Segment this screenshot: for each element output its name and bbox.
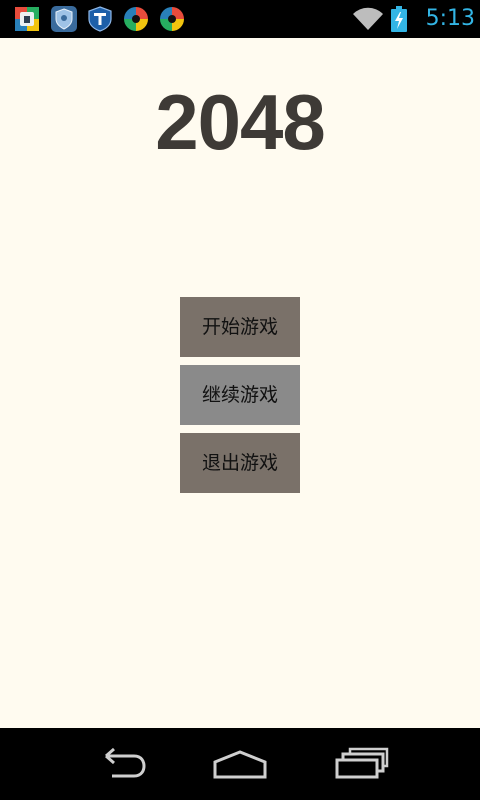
start-game-button[interactable]: 开始游戏 — [180, 297, 300, 357]
navigation-bar — [0, 728, 480, 800]
battery-charging-icon — [391, 6, 407, 32]
home-icon[interactable] — [208, 742, 272, 786]
back-icon[interactable] — [88, 742, 152, 786]
security-t-icon — [88, 6, 112, 32]
wifi-icon — [353, 7, 383, 31]
store-icon — [15, 7, 39, 31]
app-screen: 5:13 2048 开始游戏 继续游戏 退出游戏 — [0, 0, 480, 800]
continue-game-button[interactable]: 继续游戏 — [180, 365, 300, 425]
shield-icon — [51, 6, 77, 32]
exit-game-button[interactable]: 退出游戏 — [180, 433, 300, 493]
status-bar: 5:13 — [0, 0, 480, 38]
recent-apps-icon[interactable] — [330, 742, 394, 786]
pinwheel-icon — [124, 7, 148, 31]
pinwheel-icon — [160, 7, 184, 31]
status-time: 5:13 — [425, 6, 475, 31]
game-title: 2048 — [155, 78, 326, 166]
